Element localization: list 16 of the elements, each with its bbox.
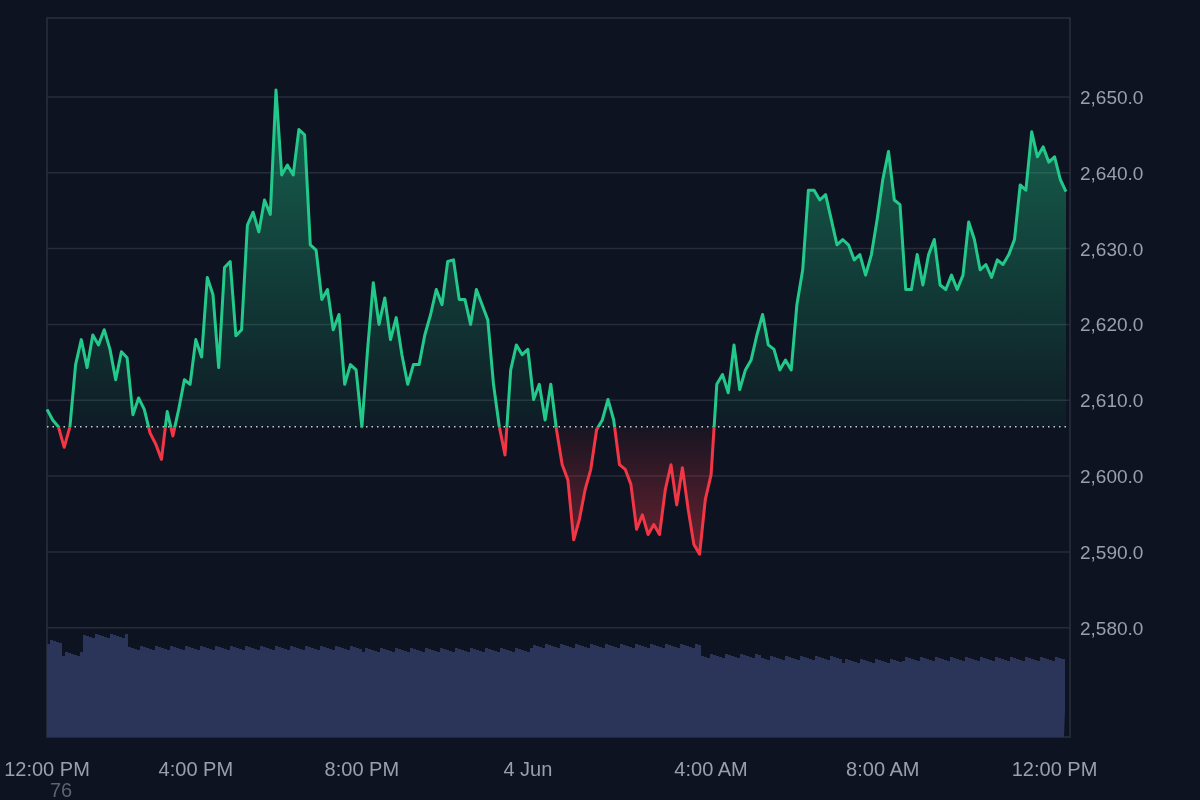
x-axis-label: 4:00 PM — [158, 758, 234, 780]
x-axis-label: 8:00 PM — [324, 758, 400, 780]
y-axis-label: 2,650.0 — [1080, 86, 1144, 108]
x-axis-label: 4 Jun — [503, 758, 553, 780]
x-axis-label: 8:00 AM — [846, 758, 920, 780]
y-axis-label: 2,600.0 — [1080, 466, 1144, 488]
y-axis-label: 2,640.0 — [1080, 162, 1144, 184]
y-axis-label: 2,580.0 — [1080, 617, 1144, 639]
x-axis-label: 12:00 PM — [1011, 758, 1098, 780]
y-axis-label: 2,620.0 — [1080, 314, 1144, 336]
y-axis-label: 2,590.0 — [1080, 541, 1144, 563]
x-axis-label: 12:00 PM — [4, 758, 90, 780]
x-axis-label: 4:00 AM — [674, 758, 748, 780]
y-axis-label: 2,610.0 — [1080, 390, 1144, 412]
footer-label: 76 — [50, 779, 73, 800]
y-axis-label: 2,630.0 — [1080, 238, 1144, 260]
